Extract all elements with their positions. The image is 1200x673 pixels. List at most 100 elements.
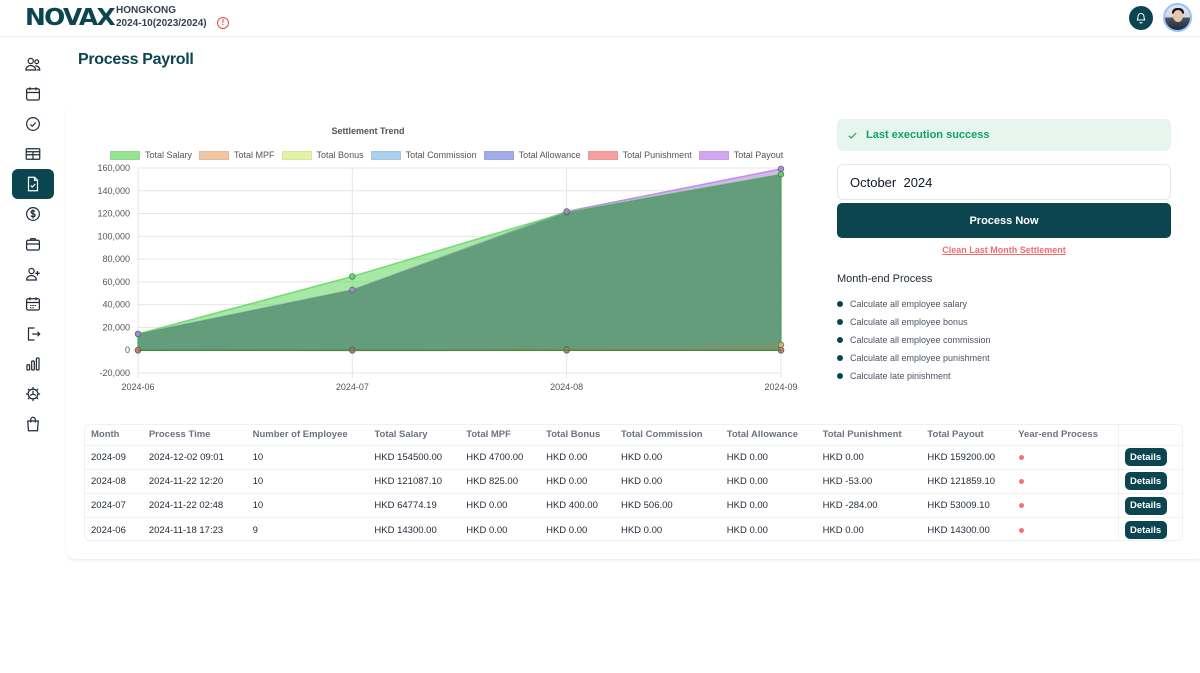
clean-last-month-settlement-link[interactable]: Clean Last Month Settlement [837, 245, 1171, 255]
y-tick-label: 140,000 [97, 186, 130, 196]
details-button[interactable]: Details [1124, 496, 1167, 515]
list-item: Calculate all employee commission [837, 331, 991, 349]
list-item: Calculate all employee bonus [837, 313, 991, 331]
table-row[interactable]: 2024-07 2024-11-22 02:48 10 HKD 64774.19 HKD… [85, 493, 1182, 518]
year-end-status-dot-icon [1019, 527, 1025, 533]
column-header-year-end[interactable]: Year-end Process [1012, 425, 1118, 445]
payroll-month-picker[interactable] [837, 164, 1171, 200]
cell-year-end [1012, 468, 1119, 494]
x-tick-label: 2024-08 [550, 382, 583, 392]
cell-process-time: 2024-11-22 02:48 [142, 493, 247, 518]
data-point-total-payout [349, 286, 356, 294]
y-tick-label: 100,000 [97, 231, 130, 241]
bell-icon [1136, 13, 1146, 24]
column-header-bonus[interactable]: Total Bonus [540, 425, 615, 445]
cell-salary: HKD 14300.00 [368, 517, 461, 540]
data-point-total-salary [349, 273, 356, 280]
settlement-history-table: Month Process Time Number of Employee To… [84, 424, 1183, 541]
table-header-row: Month Process Time Number of Employee To… [85, 425, 1182, 445]
cell-punishment: HKD 0.00 [816, 517, 922, 540]
cell-allowance: HKD 0.00 [720, 493, 817, 518]
cell-commission: HKD 506.00 [614, 493, 721, 518]
settlement-trend-chart: 160,000 140,000 120,000 100,000 80,000 60,000… [97, 163, 797, 392]
table-row[interactable]: 2024-08 2024-11-22 12:20 10 HKD 121087.10 HK… [85, 468, 1182, 494]
details-button[interactable]: Details [1124, 448, 1167, 467]
column-header-process-time[interactable]: Process Time [143, 425, 247, 445]
cell-process-time: 2024-11-22 12:20 [142, 468, 247, 494]
cell-salary: HKD 121087.10 [368, 468, 461, 494]
year-end-status-dot-icon [1019, 503, 1025, 509]
data-point-total-payout [777, 165, 785, 173]
y-tick-label: 80,000 [102, 254, 130, 264]
cell-employees: 10 [246, 468, 369, 494]
cell-commission: HKD 0.00 [614, 517, 721, 540]
y-tick-label: 160,000 [97, 163, 130, 173]
y-tick-label: 60,000 [102, 277, 130, 287]
cell-actions: Details [1117, 493, 1182, 518]
cell-mpf: HKD 4700.00 [460, 444, 541, 470]
x-tick-label: 2024-09 [764, 382, 797, 392]
cell-bonus: HKD 0.00 [540, 444, 615, 470]
month-end-process-title: Month-end Process [837, 273, 933, 285]
table-row[interactable]: 2024-09 2024-12-02 09:01 10 HKD 154500.00 HK… [85, 444, 1182, 470]
cell-payout: HKD 121859.10 [921, 468, 1013, 494]
data-point-total-payout [134, 330, 142, 338]
bullet-icon [837, 301, 843, 307]
cell-salary: HKD 154500.00 [368, 444, 461, 470]
y-tick-label: 120,000 [97, 209, 130, 219]
column-header-mpf[interactable]: Total MPF [460, 425, 540, 445]
cell-punishment: HKD -53.00 [816, 468, 922, 494]
cell-actions: Details [1117, 517, 1182, 540]
cell-employees: 10 [246, 493, 369, 518]
execution-status-banner: Last execution success [837, 119, 1171, 151]
y-tick-label: 40,000 [102, 300, 130, 310]
y-tick-label: 0 [125, 345, 130, 355]
cell-year-end [1012, 444, 1119, 470]
user-avatar[interactable] [1163, 3, 1192, 32]
notification-button[interactable] [1129, 6, 1153, 30]
cell-mpf: HKD 825.00 [460, 468, 541, 494]
column-header-punishment[interactable]: Total Punishment [817, 425, 922, 445]
table-row[interactable]: 2024-06 2024-11-18 17:23 9 HKD 14300.00 HKD … [85, 517, 1182, 540]
data-point-total-salary [777, 171, 785, 178]
cell-month: 2024-06 [85, 517, 143, 540]
column-header-salary[interactable]: Total Salary [368, 425, 460, 445]
sidebar-item-shop[interactable] [12, 409, 54, 439]
month-end-process-list: Calculate all employee salary Calculate … [837, 295, 991, 385]
cell-month: 2024-08 [85, 468, 143, 494]
cell-year-end [1012, 493, 1119, 518]
details-button[interactable]: Details [1124, 472, 1167, 491]
year-end-status-dot-icon [1019, 454, 1025, 460]
cell-actions: Details [1117, 468, 1182, 494]
bullet-icon [837, 319, 843, 325]
bullet-icon [837, 355, 843, 361]
column-header-commission[interactable]: Total Commission [615, 425, 721, 445]
x-tick-label: 2024-07 [336, 382, 369, 392]
cell-allowance: HKD 0.00 [720, 468, 817, 494]
y-tick-label: -20,000 [99, 368, 130, 378]
cell-month: 2024-09 [85, 444, 143, 470]
list-item: Calculate late pinishment [837, 367, 991, 385]
data-point-total-payout [563, 208, 570, 215]
cell-allowance: HKD 0.00 [720, 444, 817, 470]
column-header-employees[interactable]: Number of Employee [247, 425, 369, 445]
process-now-button[interactable]: Process Now [837, 203, 1171, 238]
x-tick-label: 2024-06 [121, 382, 154, 392]
cell-salary: HKD 64774.19 [368, 493, 461, 518]
cell-punishment: HKD 0.00 [816, 444, 922, 470]
cell-commission: HKD 0.00 [614, 468, 721, 494]
column-header-actions [1117, 425, 1182, 445]
year-end-status-dot-icon [1019, 478, 1025, 484]
column-header-allowance[interactable]: Total Allowance [721, 425, 817, 445]
cell-payout: HKD 159200.00 [921, 444, 1013, 470]
cell-employees: 9 [246, 517, 369, 540]
column-header-month[interactable]: Month [85, 425, 143, 445]
bullet-icon [837, 337, 843, 343]
check-icon [848, 132, 857, 139]
column-header-payout[interactable]: Total Payout [921, 425, 1012, 445]
cell-bonus: HKD 400.00 [540, 493, 615, 518]
cell-process-time: 2024-11-18 17:23 [142, 517, 247, 540]
cell-year-end [1012, 517, 1119, 540]
details-button[interactable]: Details [1124, 521, 1167, 540]
bullet-icon [837, 373, 843, 379]
